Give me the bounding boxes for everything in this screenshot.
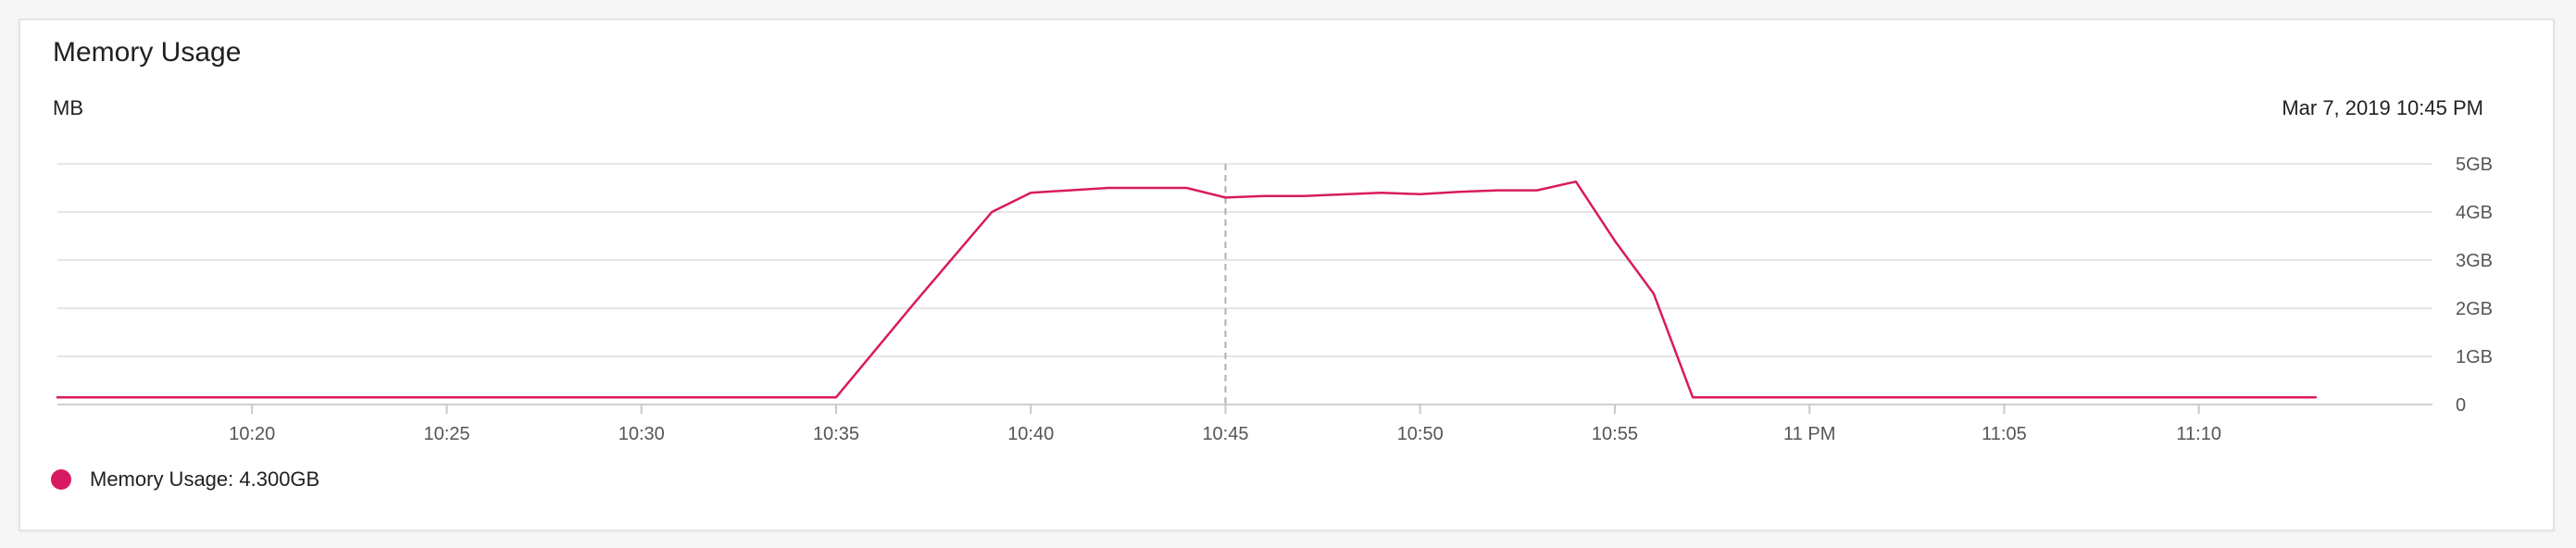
x-tick-label: 10:20 [229,424,275,444]
x-tick-label: 10:35 [813,424,859,444]
series-line-memory-usage [56,180,2318,399]
y-tick-label: 4GB [2456,203,2493,223]
y-tick-label: 5GB [2456,155,2493,175]
legend: Memory Usage: 4.300GB [51,467,319,492]
x-tick-label: 11:10 [2176,424,2221,444]
y-tick-label: 0 [2456,395,2466,416]
x-tick-label: 10:50 [1397,424,1444,444]
x-tick-label: 10:30 [619,424,665,444]
x-tick-label: 10:40 [1007,424,1054,444]
legend-label: Memory Usage: 4.300GB [90,467,320,491]
x-tick-label: 10:55 [1592,424,1638,444]
legend-swatch-icon [51,469,71,490]
memory-usage-card: Memory Usage MB Mar 7, 2019 10:45 PM 0 1G… [19,19,2555,531]
x-tick-label: 10:45 [1202,424,1248,444]
x-tick-label: 11 PM [1783,424,1835,444]
y-tick-label: 1GB [2456,347,2493,367]
y-tick-label: 2GB [2456,299,2493,319]
x-tick-label: 11:05 [1982,424,2027,444]
y-tick-label: 3GB [2456,251,2493,271]
x-tick-label: 10:25 [423,424,469,444]
memory-usage-chart[interactable]: 0 1GB 2GB 3GB 4GB 5GB 10:20 10:25 10:30 10:35 10:4… [20,20,2553,529]
